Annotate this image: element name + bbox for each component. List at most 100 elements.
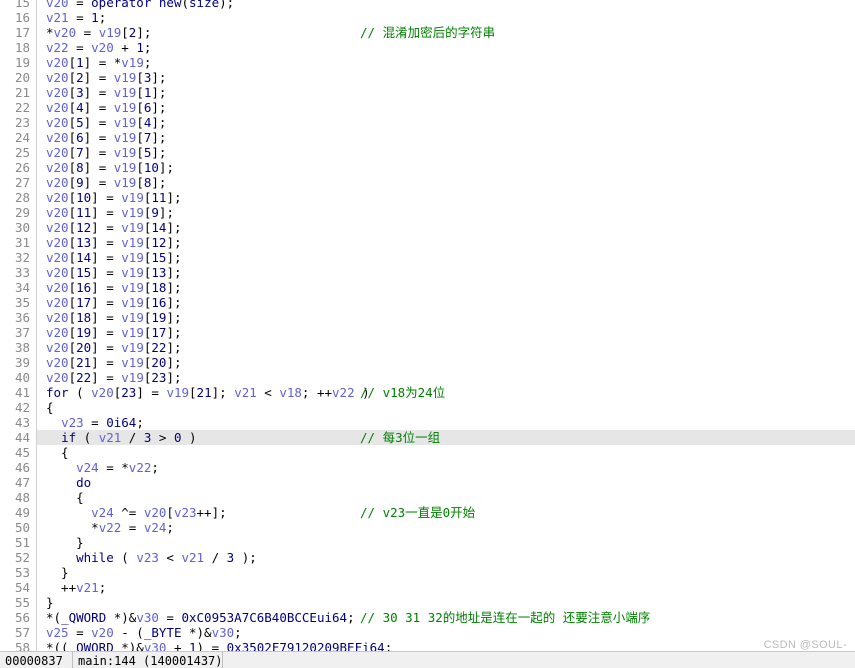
code-line[interactable]: 44 if ( v21 / 3 > 0 ) // 每3位一组: [0, 430, 855, 445]
code-comment[interactable]: // v18为24位: [360, 385, 445, 400]
code-text[interactable]: v21 = 1;: [46, 10, 106, 25]
code-text[interactable]: v20[13] = v19[12];: [46, 235, 182, 250]
code-line[interactable]: 50 *v22 = v24;: [0, 520, 855, 535]
code-text[interactable]: *v22 = v24;: [46, 520, 174, 535]
code-line[interactable]: 28 v20[10] = v19[11];: [0, 190, 855, 205]
code-line[interactable]: 21 v20[3] = v19[1];: [0, 85, 855, 100]
code-text[interactable]: v22 = v20 + 1;: [46, 40, 151, 55]
code-text[interactable]: v20[19] = v19[17];: [46, 325, 182, 340]
code-line[interactable]: 41 for ( v20[23] = v19[21]; v21 < v18; ++…: [0, 385, 855, 400]
code-text[interactable]: v20[7] = v19[5];: [46, 145, 166, 160]
code-text[interactable]: {: [46, 445, 69, 460]
line-number: 49: [14, 505, 30, 520]
code-line[interactable]: 38 v20[20] = v19[22];: [0, 340, 855, 355]
code-line[interactable]: 30 v20[12] = v19[14];: [0, 220, 855, 235]
code-line[interactable]: 16 v21 = 1;: [0, 10, 855, 25]
code-line[interactable]: 33 v20[15] = v19[13];: [0, 265, 855, 280]
code-line[interactable]: 26 v20[8] = v19[10];: [0, 160, 855, 175]
code-line[interactable]: 27 v20[9] = v19[8];: [0, 175, 855, 190]
code-line[interactable]: 54 ++v21;: [0, 580, 855, 595]
code-line[interactable]: 42 {: [0, 400, 855, 415]
code-comment[interactable]: // v23一直是0开始: [360, 505, 475, 520]
code-text[interactable]: v20[15] = v19[13];: [46, 265, 182, 280]
code-line[interactable]: 23 v20[5] = v19[4];: [0, 115, 855, 130]
code-text[interactable]: do: [46, 475, 91, 490]
code-line[interactable]: 18 v22 = v20 + 1;: [0, 40, 855, 55]
code-text[interactable]: v20[21] = v19[20];: [46, 355, 182, 370]
code-text[interactable]: v20 = operator new(size);: [46, 0, 234, 10]
code-line[interactable]: 24 v20[6] = v19[7];: [0, 130, 855, 145]
code-text[interactable]: v20[20] = v19[22];: [46, 340, 182, 355]
code-text[interactable]: v20[16] = v19[18];: [46, 280, 182, 295]
code-line[interactable]: 48 {: [0, 490, 855, 505]
code-line[interactable]: 36 v20[18] = v19[19];: [0, 310, 855, 325]
code-text[interactable]: v20[9] = v19[8];: [46, 175, 166, 190]
code-comment[interactable]: // 30 31 32的地址是连在一起的 还要注意小端序: [360, 610, 650, 625]
code-comment[interactable]: // 每3位一组: [360, 430, 440, 445]
code-text[interactable]: v20[4] = v19[6];: [46, 100, 166, 115]
code-line[interactable]: 58 *((_QWORD *)&v30 + 1) = 0x3502F7912020…: [0, 640, 855, 651]
code-line[interactable]: 45 {: [0, 445, 855, 460]
code-text[interactable]: {: [46, 400, 54, 415]
code-text[interactable]: {: [46, 490, 84, 505]
code-text[interactable]: v20[18] = v19[19];: [46, 310, 182, 325]
code-line[interactable]: 47 do: [0, 475, 855, 490]
code-line[interactable]: 37 v20[19] = v19[17];: [0, 325, 855, 340]
code-line[interactable]: 31 v20[13] = v19[12];: [0, 235, 855, 250]
line-number: 51: [14, 535, 30, 550]
code-text[interactable]: v20[1] = *v19;: [46, 55, 151, 70]
code-line[interactable]: 29 v20[11] = v19[9];: [0, 205, 855, 220]
code-line[interactable]: 17 *v20 = v19[2]; // 混淆加密后的字符串: [0, 25, 855, 40]
code-text[interactable]: ++v21;: [46, 580, 106, 595]
code-text[interactable]: }: [46, 595, 54, 610]
code-text[interactable]: v23 = 0i64;: [46, 415, 144, 430]
code-line[interactable]: 15 v20 = operator new(size);: [0, 0, 855, 10]
code-text[interactable]: v20[8] = v19[10];: [46, 160, 174, 175]
line-number: 41: [14, 385, 30, 400]
code-line[interactable]: 19 v20[1] = *v19;: [0, 55, 855, 70]
code-text[interactable]: v20[3] = v19[1];: [46, 85, 166, 100]
code-text[interactable]: *((_QWORD *)&v30 + 1) = 0x3502F79120209B…: [46, 640, 392, 651]
code-line[interactable]: 56 *(_QWORD *)&v30 = 0xC0953A7C6B40BCCEui…: [0, 610, 855, 625]
status-symbol: main:144 (140001437): [78, 654, 223, 668]
line-number: 29: [14, 205, 30, 220]
code-text[interactable]: while ( v23 < v21 / 3 );: [46, 550, 257, 565]
code-line[interactable]: 39 v20[21] = v19[20];: [0, 355, 855, 370]
code-text[interactable]: }: [46, 565, 69, 580]
code-line[interactable]: 57 v25 = v20 - (_BYTE *)&v30;: [0, 625, 855, 640]
code-text[interactable]: v24 = *v22;: [46, 460, 159, 475]
code-text[interactable]: v25 = v20 - (_BYTE *)&v30;: [46, 625, 242, 640]
code-text[interactable]: v20[5] = v19[4];: [46, 115, 166, 130]
code-text[interactable]: v20[22] = v19[23];: [46, 370, 182, 385]
code-line[interactable]: 52 while ( v23 < v21 / 3 );: [0, 550, 855, 565]
code-line[interactable]: 35 v20[17] = v19[16];: [0, 295, 855, 310]
code-text[interactable]: v20[6] = v19[7];: [46, 130, 166, 145]
code-line[interactable]: 43 v23 = 0i64;: [0, 415, 855, 430]
code-line-list[interactable]: 15 v20 = operator new(size); 16 v21 = 1; 17 *…: [0, 0, 855, 651]
code-text[interactable]: *v20 = v19[2];: [46, 25, 151, 40]
code-text[interactable]: }: [46, 535, 84, 550]
code-text[interactable]: *(_QWORD *)&v30 = 0xC0953A7C6B40BCCEui64…: [46, 610, 355, 625]
code-text[interactable]: v24 ^= v20[v23++];: [46, 505, 226, 520]
code-text[interactable]: v20[11] = v19[9];: [46, 205, 174, 220]
code-line[interactable]: 25 v20[7] = v19[5];: [0, 145, 855, 160]
code-line[interactable]: 20 v20[2] = v19[3];: [0, 70, 855, 85]
code-text[interactable]: for ( v20[23] = v19[21]; v21 < v18; ++v2…: [46, 385, 370, 400]
code-line[interactable]: 53 }: [0, 565, 855, 580]
code-line[interactable]: 55}: [0, 595, 855, 610]
code-line[interactable]: 22 v20[4] = v19[6];: [0, 100, 855, 115]
code-line[interactable]: 40 v20[22] = v19[23];: [0, 370, 855, 385]
code-line[interactable]: 51 }: [0, 535, 855, 550]
code-line[interactable]: 34 v20[16] = v19[18];: [0, 280, 855, 295]
code-text[interactable]: v20[12] = v19[14];: [46, 220, 182, 235]
code-text[interactable]: v20[17] = v19[16];: [46, 295, 182, 310]
code-line[interactable]: 49 v24 ^= v20[v23++]; // v23一直是0开始: [0, 505, 855, 520]
code-comment[interactable]: // 混淆加密后的字符串: [360, 25, 495, 40]
code-text[interactable]: v20[14] = v19[15];: [46, 250, 182, 265]
code-line[interactable]: 46 v24 = *v22;: [0, 460, 855, 475]
code-text[interactable]: if ( v21 / 3 > 0 ): [46, 430, 197, 445]
code-text[interactable]: v20[2] = v19[3];: [46, 70, 166, 85]
code-text[interactable]: v20[10] = v19[11];: [46, 190, 182, 205]
code-line[interactable]: 32 v20[14] = v19[15];: [0, 250, 855, 265]
pseudocode-viewport[interactable]: 15 v20 = operator new(size); 16 v21 = 1; 17 *…: [0, 0, 855, 651]
